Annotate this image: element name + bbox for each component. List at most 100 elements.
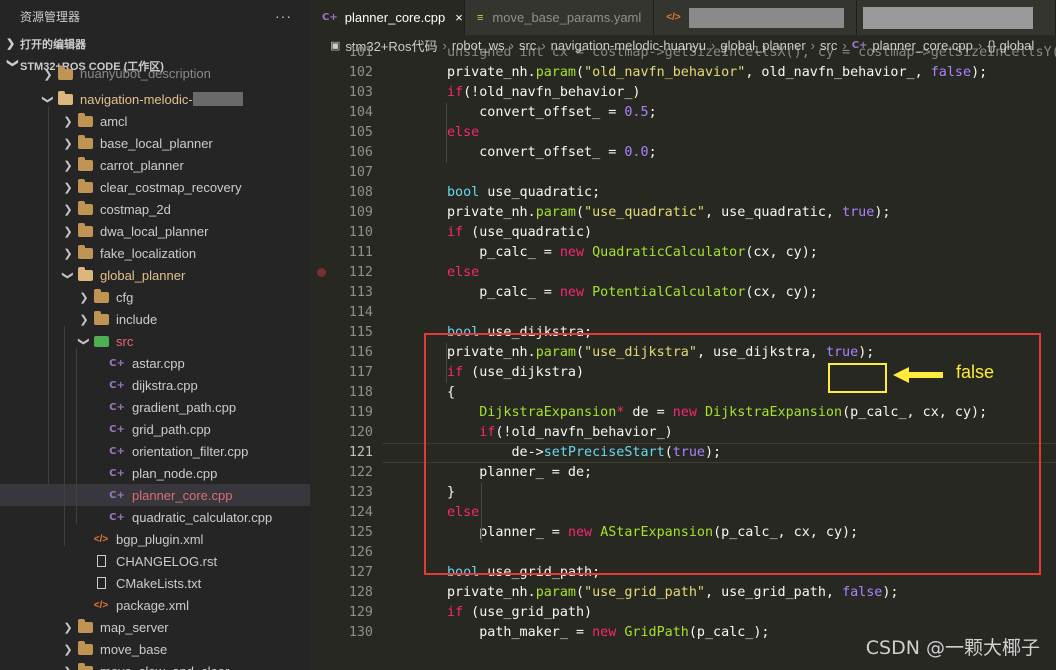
tree-item[interactable]: ❯ include <box>0 308 310 330</box>
tree-item[interactable]: C+ quadratic_calculator.cpp <box>0 506 310 528</box>
tree-item-label: fake_localization <box>100 245 197 261</box>
chevron-down-icon: ❯ <box>61 270 74 280</box>
tree-item-label: cfg <box>116 289 134 305</box>
code-line: convert_offset_ = 0.0; <box>447 145 657 160</box>
code-line: else <box>447 265 480 280</box>
chevron-down-icon: ❯ <box>77 336 90 346</box>
tree-item[interactable]: ❯ dwa_local_planner <box>0 220 310 242</box>
tree-item-label: astar.cpp <box>132 355 185 371</box>
code-line: if(!old_navfn_behavior_) <box>447 85 641 100</box>
code-line: unsigned int cx = costmap->getSizeInCell… <box>447 45 1056 60</box>
redacted-tab-label <box>688 7 845 28</box>
cpp-glyph: C+ <box>109 445 125 457</box>
folder-shape <box>77 156 93 171</box>
tree-item-label: grid_path.cpp <box>132 421 211 437</box>
file-shape <box>96 577 106 589</box>
folder-icon <box>76 178 94 194</box>
tab-redacted[interactable] <box>857 0 1056 35</box>
cpp-glyph: C+ <box>109 379 125 391</box>
code-line: p_calc_ = new PotentialCalculator(cx, cy… <box>447 285 818 300</box>
tree-item[interactable]: ❯ base_local_planner <box>0 132 310 154</box>
tree-item[interactable]: ❯ map_server <box>0 616 310 638</box>
line-number: 118 <box>348 385 373 400</box>
tree-item[interactable]: </> bgp_plugin.xml <box>0 528 310 550</box>
file-shape <box>96 555 106 567</box>
folder-shape <box>57 90 73 105</box>
line-number: 120 <box>348 425 373 440</box>
tree-item-label: carrot_planner <box>100 157 184 173</box>
tree-item[interactable]: C+ dijkstra.cpp <box>0 374 310 396</box>
tree-item[interactable]: ❯ cfg <box>0 286 310 308</box>
tab-redacted-xml[interactable]: </> <box>654 0 858 35</box>
tree-item-label: planner_core.cpp <box>132 487 233 503</box>
code-line: if (use_quadratic) <box>447 225 593 240</box>
cpp-glyph: C+ <box>109 489 125 501</box>
tree-item-label: orientation_filter.cpp <box>132 443 249 459</box>
tree-item[interactable]: C+ astar.cpp <box>0 352 310 374</box>
tree-item[interactable]: CMakeLists.txt <box>0 572 310 594</box>
cpp-icon: C+ <box>108 510 126 524</box>
cpp-icon: C+ <box>108 466 126 480</box>
open-editors-section[interactable]: ❯ 打开的编辑器 <box>0 32 310 55</box>
tree-item[interactable]: ❯ move_slow_and_clear <box>0 660 310 670</box>
tree-item[interactable]: ❯ move_base <box>0 638 310 660</box>
tree-item-label: move_base <box>100 641 168 657</box>
tree-item[interactable]: ❯ fake_localization <box>0 242 310 264</box>
tree-item-label: bgp_plugin.xml <box>116 531 204 547</box>
tree-item[interactable]: ❯ amcl <box>0 110 310 132</box>
tab-planner-core[interactable]: C+ planner_core.cpp × <box>310 0 465 35</box>
close-icon[interactable]: × <box>455 10 463 25</box>
cpp-glyph: C+ <box>109 401 125 413</box>
folder-shape <box>57 65 73 80</box>
tree-item[interactable]: ❯ carrot_planner <box>0 154 310 176</box>
tree-item[interactable]: ❯ navigation-melodic- <box>0 88 310 110</box>
chevron-right-icon: ❯ <box>63 159 73 172</box>
line-number: 124 <box>348 505 373 520</box>
explorer-header: 资源管理器 ··· <box>0 0 310 32</box>
chevron-right-icon: ❯ <box>63 643 73 656</box>
tree-item[interactable]: C+ gradient_path.cpp <box>0 396 310 418</box>
red-highlight-box <box>424 333 1041 575</box>
code-line: convert_offset_ = 0.5; <box>447 105 657 120</box>
explorer-sidebar: 资源管理器 ··· ❯ 打开的编辑器 ❯ STM32+ROS CODE (工作区… <box>0 0 310 670</box>
tree-item[interactable]: ❯ clear_costmap_recovery <box>0 176 310 198</box>
tree-item[interactable]: C+planner_core.cpp2 <box>0 484 310 506</box>
line-number: 101 <box>348 45 373 60</box>
chevron-down-icon: ❯ <box>41 94 54 104</box>
tree-item[interactable]: ❯ costmap_2d <box>0 198 310 220</box>
annotation-arrow-icon <box>893 367 943 383</box>
tree-item[interactable]: </> package.xml <box>0 594 310 616</box>
tree-item-label: clear_costmap_recovery <box>100 179 242 195</box>
chevron-right-icon: ❯ <box>43 69 53 81</box>
tree-item-label: move_slow_and_clear <box>100 664 229 670</box>
folder-shape <box>77 200 93 215</box>
tree-item[interactable]: C+ orientation_filter.cpp <box>0 440 310 462</box>
tree-item-label: package.xml <box>116 597 189 613</box>
xml-icon: </> <box>92 532 110 546</box>
tree-item-label: gradient_path.cpp <box>132 399 237 415</box>
tree-item[interactable]: ❯ huanyubot_description <box>0 63 310 81</box>
tab-move-base-params[interactable]: ≡ move_base_params.yaml <box>465 0 655 35</box>
tree-item-label: base_local_planner <box>100 135 213 151</box>
indent-guide <box>48 106 49 486</box>
chevron-right-icon: ❯ <box>63 181 73 194</box>
cpp-glyph: C+ <box>109 467 125 479</box>
yellow-highlight-box <box>828 363 887 393</box>
tree-item[interactable]: CHANGELOG.rst <box>0 550 310 572</box>
tree-item[interactable]: C+ plan_node.cpp <box>0 462 310 484</box>
tree-item-label: map_server <box>100 619 169 635</box>
tree-item[interactable]: C+ grid_path.cpp <box>0 418 310 440</box>
folder-shape <box>77 244 93 259</box>
line-number: 107 <box>348 165 373 180</box>
cpp-icon: C+ <box>322 12 338 23</box>
tree-item-label: dwa_local_planner <box>100 223 209 239</box>
code-line: else <box>447 125 480 140</box>
more-actions-icon[interactable]: ··· <box>275 8 292 24</box>
folder-icon <box>76 244 94 260</box>
tree-item-label: costmap_2d <box>100 201 171 217</box>
tree-item[interactable]: ❯ global_planner <box>0 264 310 286</box>
folder-shape <box>77 112 93 127</box>
open-editors-label: 打开的编辑器 <box>20 38 86 51</box>
line-number: 125 <box>348 525 373 540</box>
tree-item[interactable]: ❯ src <box>0 330 310 352</box>
